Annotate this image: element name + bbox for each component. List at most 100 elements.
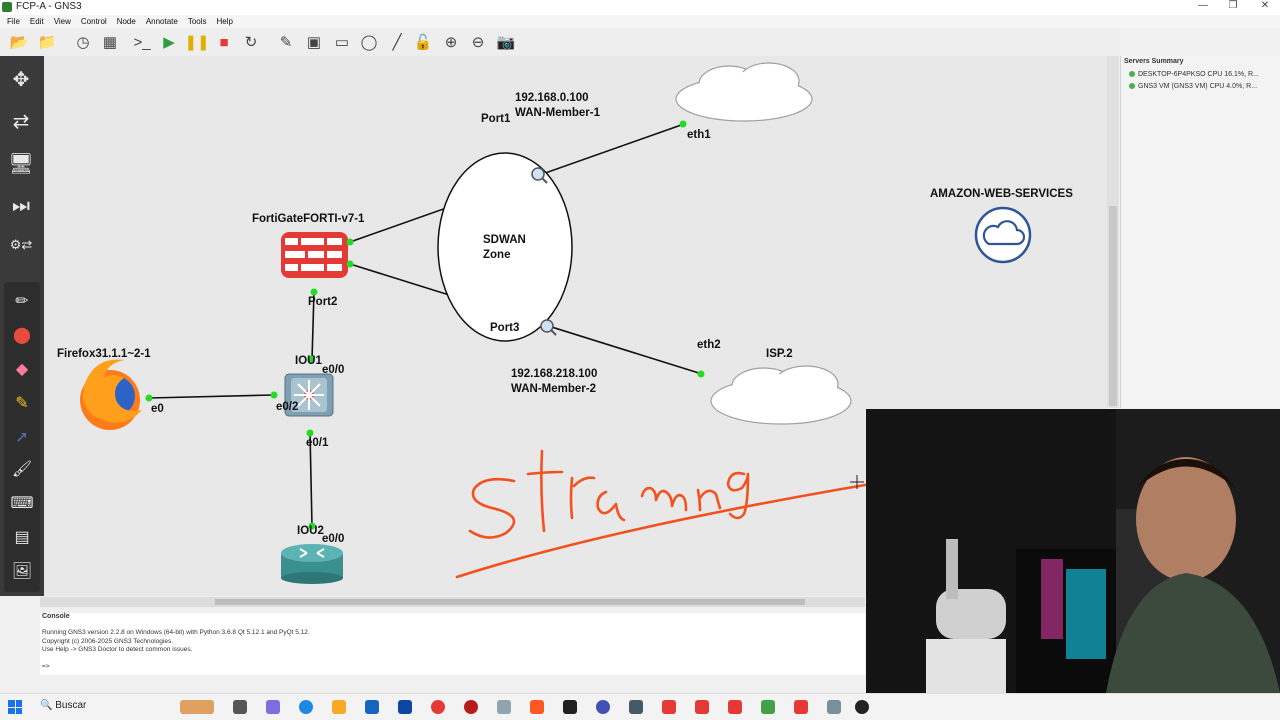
sdwan-zone-ellipse xyxy=(437,152,573,342)
annotation-tools-group: ✏ ⬤ ◆ ✎ ➚ 🖌 ⌨ ▤ 🖼 xyxy=(4,282,40,592)
left-device-bar: ✥ ⇄ 🖥 ⏭ ⚙⇄ ✏ ⬤ ◆ ✎ ➚ 🖌 ⌨ ▤ 🖼 xyxy=(0,56,44,596)
forti-app-icon[interactable] xyxy=(794,700,808,714)
show-interfaces-icon[interactable]: ▦ xyxy=(99,32,121,52)
browse-switches-icon[interactable]: ⇄ xyxy=(6,106,36,136)
browse-routers-icon[interactable]: ✥ xyxy=(6,64,36,94)
screen-tool-icon[interactable]: ▤ xyxy=(7,522,37,552)
main-toolbar: 📂 📁 ◷ ▦ >_ ▶ ❚❚ ■ ↻ ✎ ▣ ▭ ◯ ╱ 🔓 ⊕ ⊖ 📷 xyxy=(0,28,1120,56)
chrome-icon[interactable] xyxy=(431,700,445,714)
forti-app-icon[interactable] xyxy=(695,700,709,714)
task-view-icon[interactable] xyxy=(233,700,247,714)
reload-all-icon[interactable]: ↻ xyxy=(240,32,262,52)
console-title: Console xyxy=(42,613,70,620)
menu-node[interactable]: Node xyxy=(117,15,136,28)
note-wan1-name: WAN-Member-1 xyxy=(515,107,600,119)
browse-security-devices-icon[interactable]: ⏭ xyxy=(6,191,36,221)
new-project-icon[interactable]: 📂 xyxy=(8,32,30,52)
app-icon[interactable] xyxy=(596,700,610,714)
screenshot-icon[interactable]: 📷 xyxy=(495,32,517,52)
canvas-vertical-scrollbar[interactable] xyxy=(1107,56,1119,408)
browse-end-devices-icon[interactable]: 🖥 xyxy=(6,148,36,178)
wan1-cloud-port-label: eth1 xyxy=(687,129,711,141)
suspend-all-icon[interactable]: ❚❚ xyxy=(184,32,209,52)
app-icon[interactable] xyxy=(761,700,775,714)
lock-icon[interactable]: 🔓 xyxy=(412,32,434,52)
browse-all-devices-icon[interactable]: ⚙⇄ xyxy=(6,230,36,260)
iou2-router-icon xyxy=(281,544,343,584)
horizontal-scroll-thumb[interactable] xyxy=(215,599,805,605)
menu-view[interactable]: View xyxy=(54,15,71,28)
isp2-port-label: eth2 xyxy=(697,339,721,351)
recorder-icon[interactable] xyxy=(464,700,478,714)
marker-tool-icon[interactable]: ⬤ xyxy=(7,320,37,350)
aws-node-label: AMAZON-WEB-SERVICES xyxy=(930,188,1073,200)
fortigate-port3-label: Port3 xyxy=(490,322,520,334)
draw-line-icon[interactable]: ╱ xyxy=(386,32,408,52)
brush-tool-icon[interactable]: 🖌 xyxy=(7,454,37,484)
webcam-image xyxy=(866,409,1280,693)
snipping-tool-icon[interactable] xyxy=(497,700,511,714)
draw-ellipse-icon[interactable]: ◯ xyxy=(358,32,380,52)
windows-start-icon[interactable] xyxy=(8,700,22,714)
aws-cloud-icon xyxy=(974,206,1032,264)
menu-tools[interactable]: Tools xyxy=(188,15,207,28)
iou1-port-e0-2-label: e0/2 xyxy=(276,401,299,413)
minimize-button[interactable]: — xyxy=(1188,0,1218,11)
console-all-icon[interactable]: >_ xyxy=(131,32,153,52)
iou1-node-label: IOU1 xyxy=(295,355,322,367)
servers-summary-title: Servers Summary xyxy=(1124,58,1184,65)
menu-file[interactable]: File xyxy=(7,15,20,28)
fortigate-port2-label: Port2 xyxy=(308,296,338,308)
iou1-port-e0-0-label: e0/0 xyxy=(322,364,345,376)
canvas-horizontal-scrollbar[interactable] xyxy=(40,597,865,607)
console-panel[interactable]: Console Running GNS3 version 2.2.8 on Wi… xyxy=(40,613,865,675)
edge-icon[interactable] xyxy=(299,700,313,714)
zoom-in-icon[interactable]: ⊕ xyxy=(440,32,462,52)
forti-app-icon[interactable] xyxy=(662,700,676,714)
outlook-icon[interactable] xyxy=(398,700,412,714)
file-explorer-icon[interactable] xyxy=(332,700,346,714)
menu-help[interactable]: Help xyxy=(217,15,233,28)
brave-icon[interactable] xyxy=(530,700,544,714)
eraser-tool-icon[interactable]: ◆ xyxy=(7,354,37,384)
insert-image-icon[interactable]: ▣ xyxy=(303,32,325,52)
gns3-taskbar-icon[interactable] xyxy=(629,700,643,714)
firefox-port-label: e0 xyxy=(151,403,164,415)
restore-button[interactable]: ❐ xyxy=(1218,0,1248,11)
terminal-icon[interactable] xyxy=(563,700,577,714)
taskbar-search[interactable]: 🔍 Buscar xyxy=(40,700,86,711)
iou2-node-label: IOU2 xyxy=(297,525,324,537)
open-project-icon[interactable]: 📁 xyxy=(36,32,58,52)
add-note-icon[interactable]: ✎ xyxy=(275,32,297,52)
highlighter-tool-icon[interactable]: ✎ xyxy=(7,388,37,418)
network-app-icon[interactable] xyxy=(827,700,841,714)
server-status-icon xyxy=(1129,71,1135,78)
pointer-tool-icon[interactable]: ➚ xyxy=(7,422,37,452)
stop-all-icon[interactable]: ■ xyxy=(213,32,235,52)
keyboard-tool-icon[interactable]: ⌨ xyxy=(7,488,37,518)
menu-annotate[interactable]: Annotate xyxy=(146,15,178,28)
forti-app-icon[interactable] xyxy=(728,700,742,714)
store-icon[interactable] xyxy=(365,700,379,714)
draw-rectangle-icon[interactable]: ▭ xyxy=(331,32,353,52)
server-row[interactable]: DESKTOP-6P4PKSO CPU 16.1%, R... xyxy=(1129,71,1259,78)
iou1-port-e0-1-label: e0/1 xyxy=(306,437,329,449)
menu-control[interactable]: Control xyxy=(81,15,107,28)
pen-tool-icon[interactable]: ✏ xyxy=(7,286,37,316)
window-title: FCP-A - GNS3 xyxy=(16,1,82,12)
vertical-scroll-thumb[interactable] xyxy=(1109,206,1117,406)
paint-app-icon[interactable] xyxy=(180,700,214,714)
fortigate-node-label: FortiGateFORTI-v7-1 xyxy=(252,213,365,225)
server-row[interactable]: GNS3 VM (GNS3 VM) CPU 4.0%, R... xyxy=(1129,83,1257,90)
close-button[interactable]: ✕ xyxy=(1250,0,1280,11)
copilot-icon[interactable] xyxy=(266,700,280,714)
app-icon[interactable] xyxy=(855,700,869,714)
gns3-app-icon xyxy=(2,2,12,12)
start-all-icon[interactable]: ▶ xyxy=(158,32,180,52)
snapshot-icon[interactable]: ◷ xyxy=(72,32,94,52)
zoom-out-icon[interactable]: ⊖ xyxy=(467,32,489,52)
freehand-annotation xyxy=(455,449,867,579)
menu-edit[interactable]: Edit xyxy=(30,15,44,28)
zone-label-line1: SDWAN xyxy=(483,234,526,246)
image-tool-icon[interactable]: 🖼 xyxy=(7,556,37,586)
